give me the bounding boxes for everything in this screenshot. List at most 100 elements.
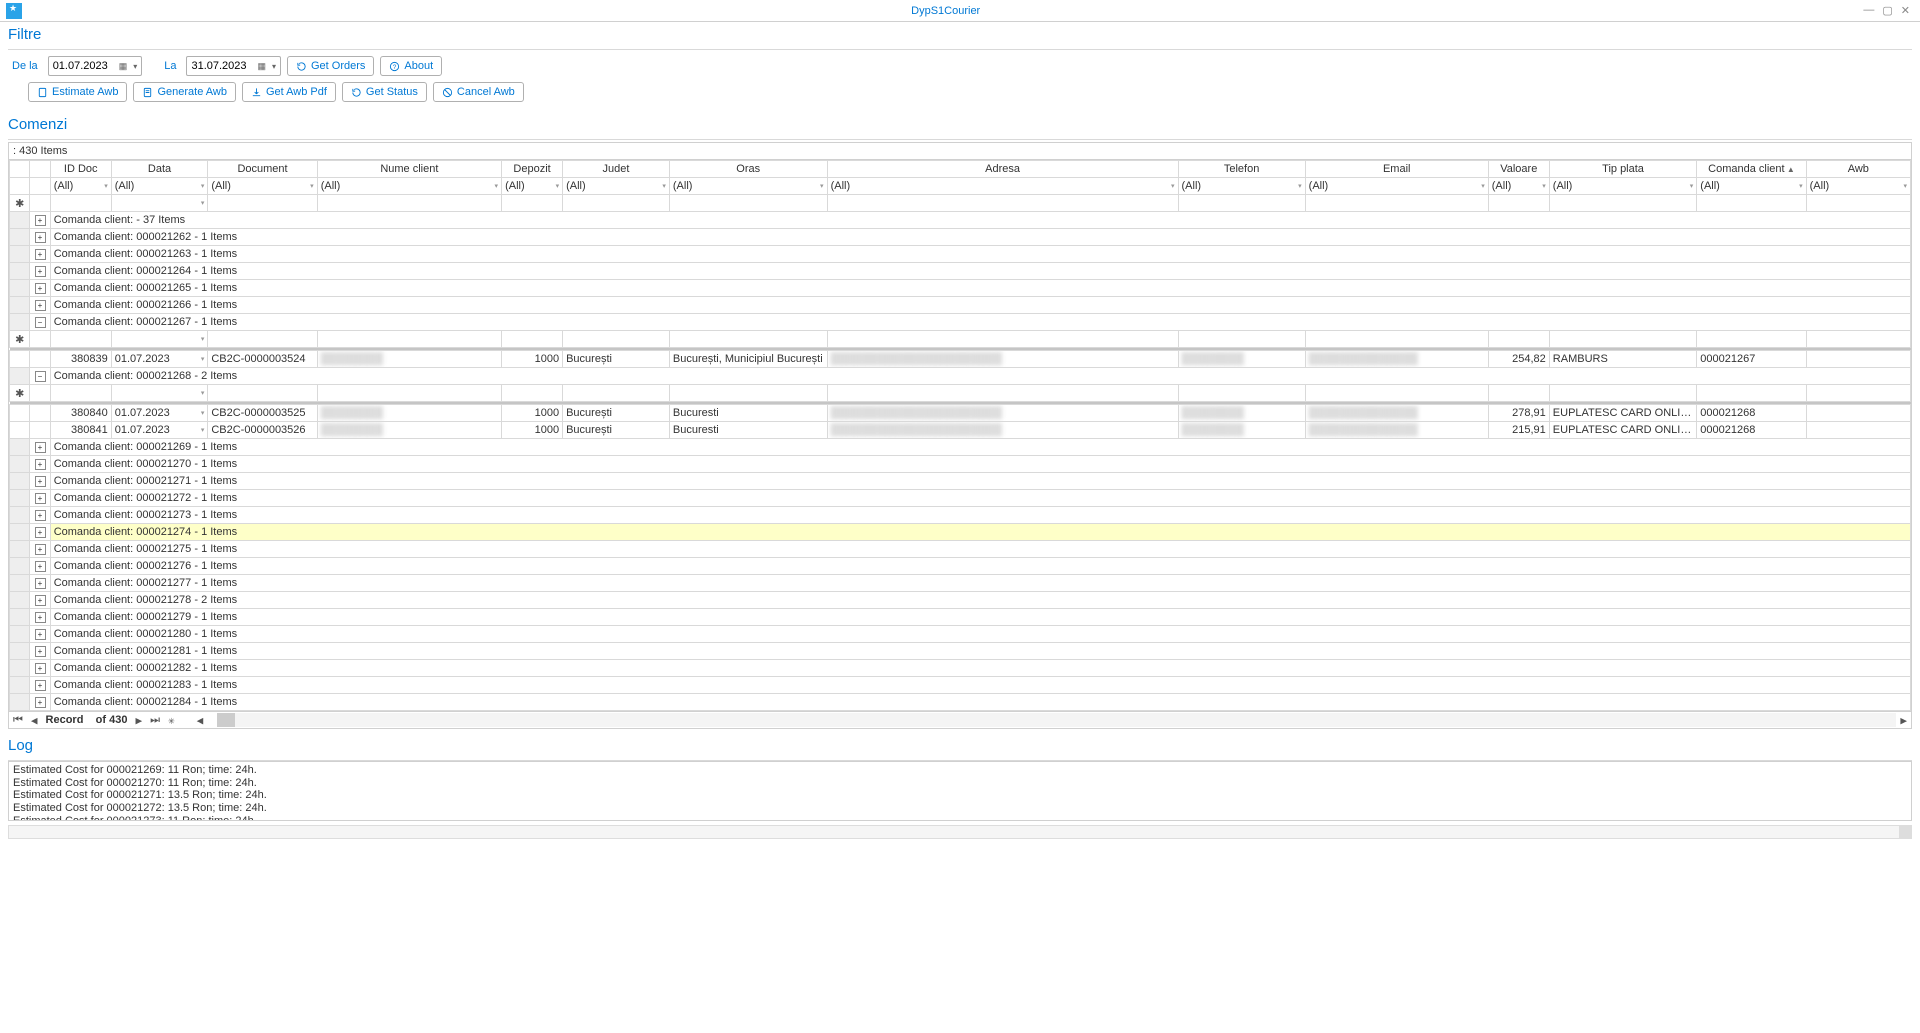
group-row[interactable]: +Comanda client: 000021271 - 1 Items — [10, 473, 1911, 490]
col-iddoc[interactable]: ID Doc — [50, 161, 111, 178]
col-oras[interactable]: Oras — [669, 161, 827, 178]
new-row[interactable]: ✱▾ — [10, 385, 1911, 402]
new-row[interactable]: ✱▾ — [10, 331, 1911, 348]
app-icon — [6, 3, 22, 19]
nav-prev-icon[interactable]: ◀ — [27, 714, 42, 727]
group-row[interactable]: +Comanda client: - 37 Items — [10, 212, 1911, 229]
expand-icon[interactable]: + — [35, 612, 46, 623]
data-row[interactable]: 38084001.07.2023▾CB2C-0000003525████████… — [10, 405, 1911, 422]
col-comanda[interactable]: Comanda client — [1697, 161, 1806, 178]
group-row[interactable]: +Comanda client: 000021266 - 1 Items — [10, 297, 1911, 314]
group-row[interactable]: +Comanda client: 000021282 - 1 Items — [10, 660, 1911, 677]
expand-icon[interactable]: + — [35, 544, 46, 555]
date-to-input[interactable] — [187, 60, 255, 72]
group-row[interactable]: +Comanda client: 000021263 - 1 Items — [10, 246, 1911, 263]
group-row[interactable]: +Comanda client: 000021283 - 1 Items — [10, 677, 1911, 694]
group-row[interactable]: +Comanda client: 000021278 - 2 Items — [10, 592, 1911, 609]
expand-icon[interactable]: + — [35, 442, 46, 453]
h-scrollbar[interactable] — [217, 713, 1896, 727]
expand-icon[interactable]: + — [35, 266, 46, 277]
group-row[interactable]: +Comanda client: 000021273 - 1 Items — [10, 507, 1911, 524]
nav-scroll-left-icon[interactable]: ◀ — [193, 714, 208, 727]
expand-icon[interactable]: + — [35, 578, 46, 589]
column-header-row: ID Doc Data Document Nume client Depozit… — [10, 161, 1911, 178]
expand-icon[interactable]: + — [35, 646, 46, 657]
datepicker-from[interactable]: ▦ ▾ — [48, 56, 143, 76]
col-awb[interactable]: Awb — [1806, 161, 1910, 178]
chevron-down-icon[interactable]: ▾ — [268, 62, 280, 71]
window-title: DypS1Courier — [28, 5, 1863, 17]
nav-next-icon[interactable]: ▶ — [131, 714, 146, 727]
col-judet[interactable]: Judet — [563, 161, 670, 178]
chevron-down-icon[interactable]: ▾ — [129, 62, 141, 71]
bottom-scrollbar[interactable] — [8, 825, 1912, 839]
calendar-icon[interactable]: ▦ — [255, 61, 268, 72]
group-row[interactable]: +Comanda client: 000021275 - 1 Items — [10, 541, 1911, 558]
expand-icon[interactable]: + — [35, 493, 46, 504]
collapse-icon[interactable]: − — [35, 317, 46, 328]
expand-icon[interactable]: + — [35, 680, 46, 691]
nav-add-icon[interactable]: ✳ — [164, 714, 179, 727]
expand-icon[interactable]: + — [35, 459, 46, 470]
group-row[interactable]: +Comanda client: 000021279 - 1 Items — [10, 609, 1911, 626]
group-row[interactable]: +Comanda client: 000021262 - 1 Items — [10, 229, 1911, 246]
group-row[interactable]: +Comanda client: 000021265 - 1 Items — [10, 280, 1911, 297]
cancel-awb-button[interactable]: Cancel Awb — [433, 82, 524, 102]
expand-icon[interactable]: + — [35, 629, 46, 640]
nav-last-icon[interactable]: ⏭ — [146, 713, 164, 727]
group-row[interactable]: +Comanda client: 000021281 - 1 Items — [10, 643, 1911, 660]
column-filter-row: (All)▾ (All)▾ (All)▾ (All)▾ (All)▾ (All)… — [10, 178, 1911, 195]
data-row[interactable]: 38083901.07.2023▾CB2C-0000003524████████… — [10, 351, 1911, 368]
expand-icon[interactable]: + — [35, 232, 46, 243]
expand-icon[interactable]: + — [35, 283, 46, 294]
get-orders-button[interactable]: Get Orders — [287, 56, 374, 76]
about-button[interactable]: ? About — [380, 56, 442, 76]
group-row[interactable]: −Comanda client: 000021267 - 1 Items — [10, 314, 1911, 331]
calendar-icon[interactable]: ▦ — [117, 61, 130, 72]
group-row[interactable]: +Comanda client: 000021270 - 1 Items — [10, 456, 1911, 473]
group-row[interactable]: +Comanda client: 000021272 - 1 Items — [10, 490, 1911, 507]
group-row[interactable]: +Comanda client: 000021280 - 1 Items — [10, 626, 1911, 643]
col-email[interactable]: Email — [1305, 161, 1488, 178]
col-telefon[interactable]: Telefon — [1178, 161, 1305, 178]
generate-awb-button[interactable]: Generate Awb — [133, 82, 236, 102]
expand-icon[interactable]: + — [35, 527, 46, 538]
expand-icon[interactable]: + — [35, 215, 46, 226]
nav-first-icon[interactable]: ⏮ — [9, 713, 27, 727]
estimate-awb-button[interactable]: Estimate Awb — [28, 82, 127, 102]
group-row[interactable]: +Comanda client: 000021264 - 1 Items — [10, 263, 1911, 280]
datepicker-to[interactable]: ▦ ▾ — [186, 56, 281, 76]
minimize-icon[interactable]: — — [1863, 4, 1874, 17]
close-icon[interactable]: ✕ — [1901, 4, 1910, 17]
data-row[interactable]: 38084101.07.2023▾CB2C-0000003526████████… — [10, 422, 1911, 439]
expand-icon[interactable]: + — [35, 561, 46, 572]
get-awb-pdf-button[interactable]: Get Awb Pdf — [242, 82, 336, 102]
expand-icon[interactable]: + — [35, 697, 46, 708]
col-data[interactable]: Data — [111, 161, 208, 178]
expand-icon[interactable]: + — [35, 476, 46, 487]
col-document[interactable]: Document — [208, 161, 317, 178]
date-from-input[interactable] — [49, 60, 117, 72]
group-row[interactable]: +Comanda client: 000021269 - 1 Items — [10, 439, 1911, 456]
expand-icon[interactable]: + — [35, 249, 46, 260]
get-status-button[interactable]: Get Status — [342, 82, 427, 102]
group-row[interactable]: +Comanda client: 000021284 - 1 Items — [10, 694, 1911, 711]
group-row[interactable]: −Comanda client: 000021268 - 2 Items — [10, 368, 1911, 385]
col-adresa[interactable]: Adresa — [827, 161, 1178, 178]
col-valoare[interactable]: Valoare — [1488, 161, 1549, 178]
expand-icon[interactable]: + — [35, 300, 46, 311]
expand-icon[interactable]: + — [35, 510, 46, 521]
col-tipplata[interactable]: Tip plata — [1549, 161, 1697, 178]
label-from: De la — [8, 60, 42, 72]
group-row[interactable]: +Comanda client: 000021277 - 1 Items — [10, 575, 1911, 592]
col-depozit[interactable]: Depozit — [502, 161, 563, 178]
maximize-icon[interactable]: ▢ — [1882, 4, 1892, 17]
nav-scroll-right-icon[interactable]: ▶ — [1896, 714, 1911, 727]
section-orders-label: Comenzi — [0, 112, 1920, 135]
col-nume[interactable]: Nume client — [317, 161, 501, 178]
group-row[interactable]: +Comanda client: 000021274 - 1 Items — [10, 524, 1911, 541]
collapse-icon[interactable]: − — [35, 371, 46, 382]
expand-icon[interactable]: + — [35, 663, 46, 674]
group-row[interactable]: +Comanda client: 000021276 - 1 Items — [10, 558, 1911, 575]
expand-icon[interactable]: + — [35, 595, 46, 606]
